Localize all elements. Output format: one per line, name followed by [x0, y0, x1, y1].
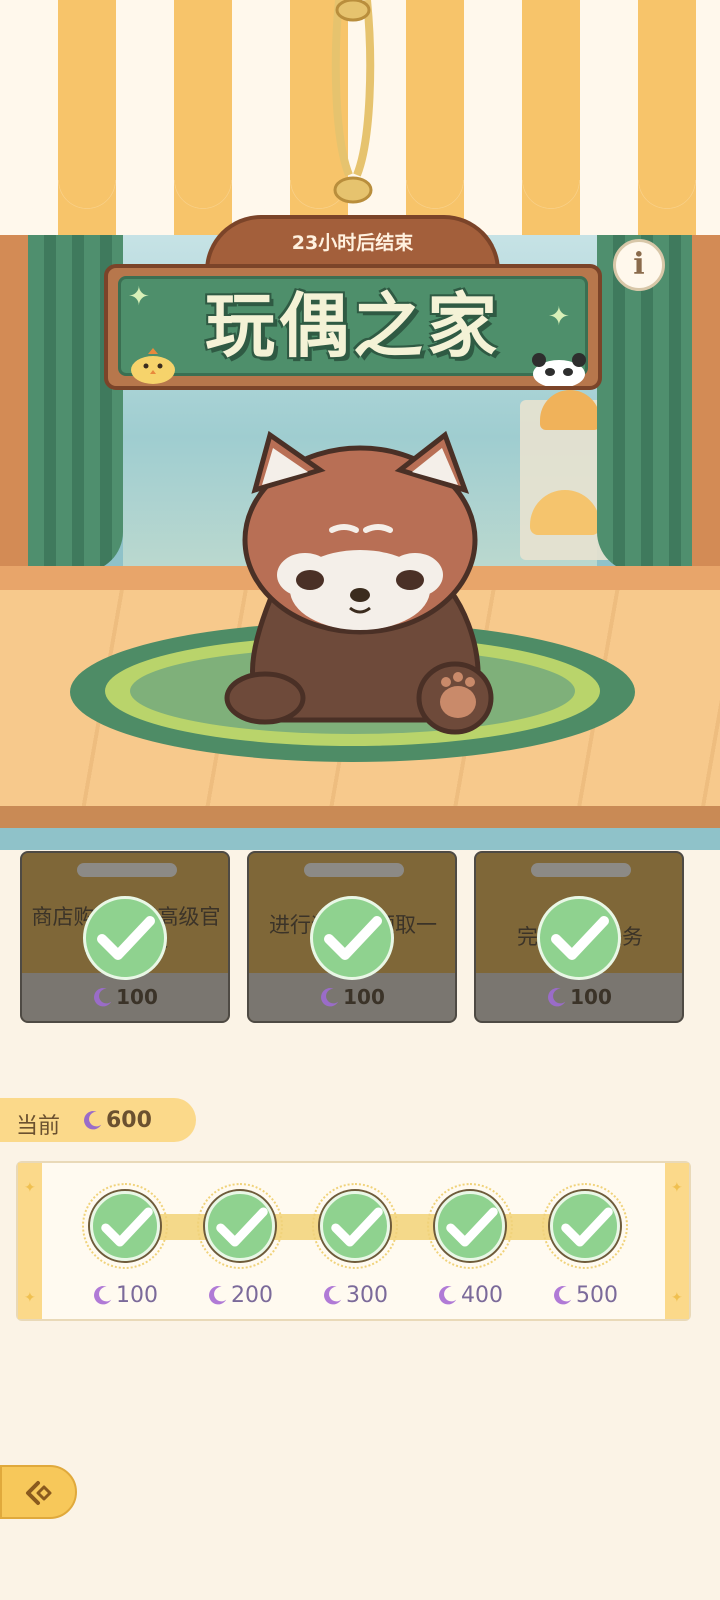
milestone-label: 500	[530, 1283, 640, 1308]
back-button[interactable]	[0, 1465, 77, 1519]
moon-icon	[548, 988, 566, 1007]
event-title: 玩偶之家	[205, 285, 501, 367]
card-handle	[304, 863, 404, 877]
current-value-text: 600	[106, 1108, 152, 1133]
back-arrow-icon	[26, 1481, 52, 1505]
sparkle-icon: ✦	[24, 1180, 36, 1196]
task-reward: 100	[22, 985, 228, 1009]
sparkle-icon: ✦	[24, 1290, 36, 1306]
moon-icon	[94, 988, 112, 1007]
task-card[interactable]: 完成每日任务 100	[474, 851, 684, 1023]
sparkle-icon: ✦	[548, 302, 570, 332]
floor-edge	[0, 806, 720, 828]
sparkle-icon: ✦	[671, 1290, 683, 1306]
check-icon	[537, 896, 621, 980]
card-handle	[531, 863, 631, 877]
task-reward: 100	[476, 985, 682, 1009]
moon-icon	[554, 1286, 572, 1305]
check-icon	[550, 1191, 620, 1261]
milestone-value: 400	[461, 1283, 503, 1308]
milestone-node[interactable]: 500	[530, 1183, 640, 1323]
check-icon	[83, 896, 167, 980]
milestone-label: 200	[185, 1283, 295, 1308]
milestone-value: 200	[231, 1283, 273, 1308]
window-frame-right	[692, 230, 720, 580]
task-reward: 100	[249, 985, 455, 1009]
moon-icon	[209, 1286, 227, 1305]
task-reward-value: 100	[570, 985, 612, 1009]
milestone-label: 100	[70, 1283, 180, 1308]
shop-scene: 23小时后结束 玩偶之家 ✦ ✦ i	[0, 0, 720, 850]
task-card[interactable]: 商店购买任意高级官方兑换券 100	[20, 851, 230, 1023]
task-reward-value: 100	[343, 985, 385, 1009]
milestone-value: 500	[576, 1283, 618, 1308]
current-label: 当前	[16, 1114, 61, 1139]
red-panda-plush[interactable]	[210, 430, 510, 740]
milestone-node[interactable]: 100	[70, 1183, 180, 1323]
check-icon	[90, 1191, 160, 1261]
check-icon	[205, 1191, 275, 1261]
moon-icon	[439, 1286, 457, 1305]
moon-icon	[321, 988, 339, 1007]
event-timer: 23小时后结束	[291, 232, 414, 254]
check-icon	[310, 896, 394, 980]
milestone-node[interactable]: 200	[185, 1183, 295, 1323]
check-icon	[320, 1191, 390, 1261]
sparkle-icon: ✦	[128, 282, 150, 312]
window-frame-left	[0, 230, 28, 580]
milestone-label: 400	[415, 1283, 525, 1308]
milestone-value: 100	[116, 1283, 158, 1308]
task-card[interactable]: 进行装扮并领取一 100	[247, 851, 457, 1023]
milestone-label: 300	[300, 1283, 410, 1308]
chick-icon	[131, 348, 175, 384]
info-button[interactable]: i	[613, 239, 665, 291]
rope	[331, 0, 375, 204]
milestone-value: 300	[346, 1283, 388, 1308]
milestone-node[interactable]: 400	[415, 1183, 525, 1323]
info-icon: i	[633, 247, 645, 282]
task-reward-value: 100	[116, 985, 158, 1009]
panda-icon	[532, 353, 586, 386]
current-value: 600	[82, 1108, 152, 1133]
milestone-node[interactable]: 300	[300, 1183, 410, 1323]
card-handle	[77, 863, 177, 877]
moon-icon	[324, 1286, 342, 1305]
check-icon	[435, 1191, 505, 1261]
sparkle-icon: ✦	[671, 1180, 683, 1196]
moon-icon	[94, 1286, 112, 1305]
moon-icon	[84, 1111, 102, 1130]
